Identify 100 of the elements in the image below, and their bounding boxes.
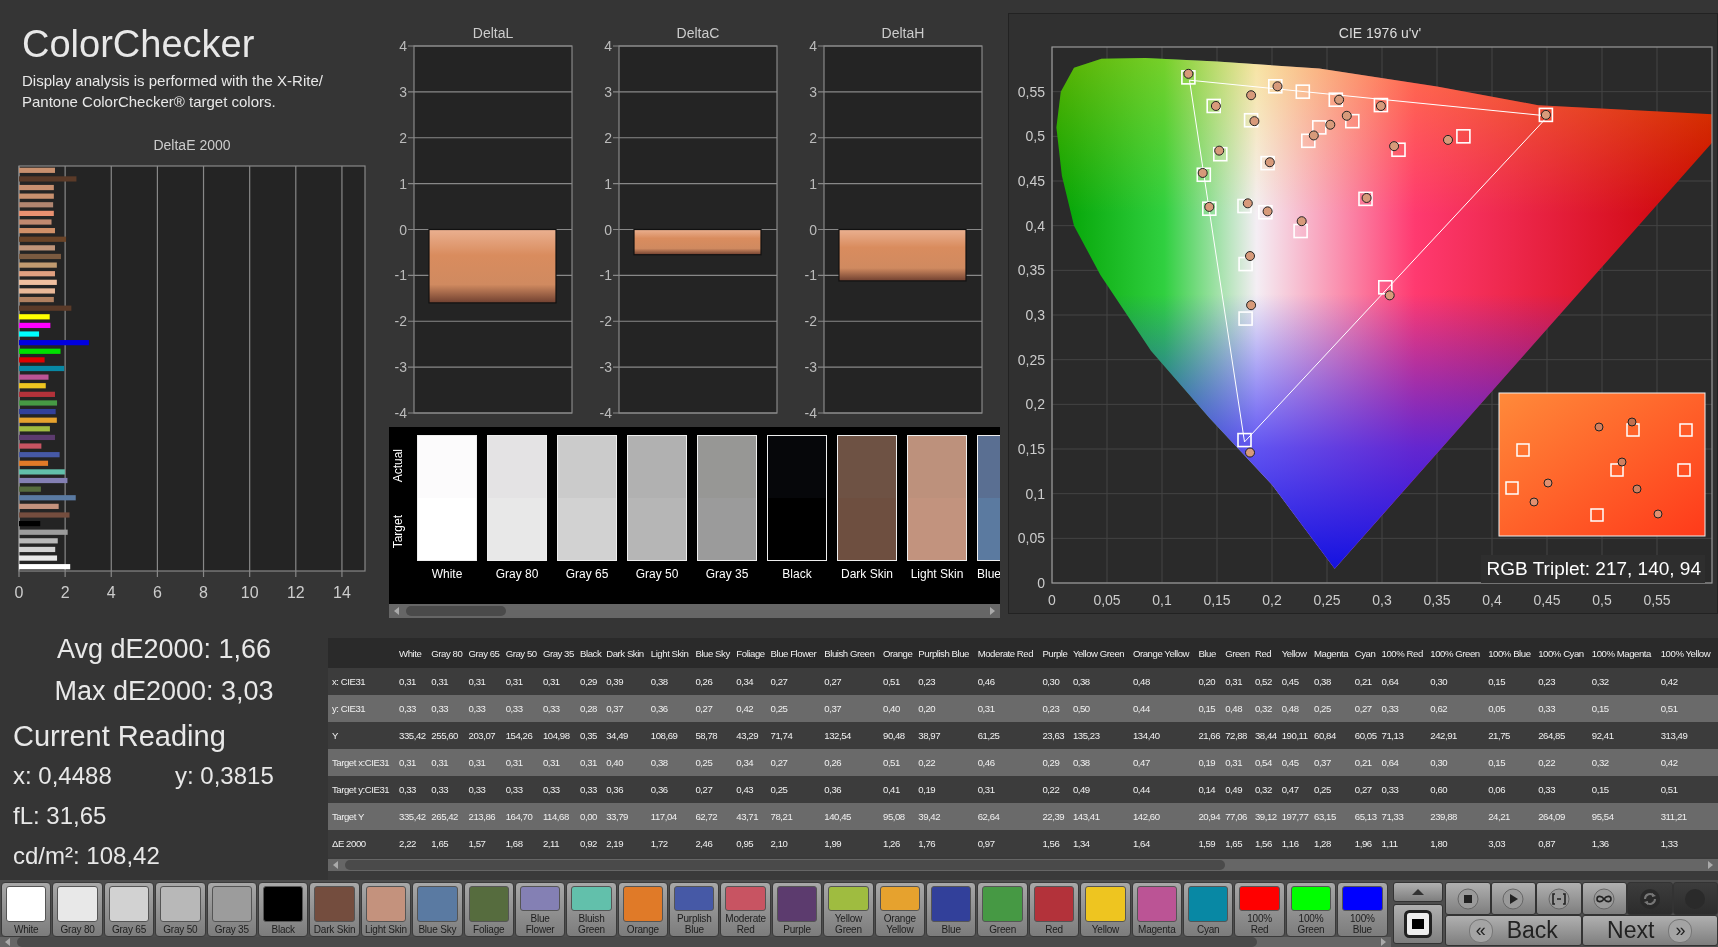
chart-title: CIE 1976 u'v' bbox=[1338, 25, 1422, 41]
table-cell: 0,51 bbox=[1659, 695, 1718, 722]
left-arrow-icon[interactable] bbox=[392, 605, 402, 617]
patch-button[interactable]: Foliage bbox=[463, 882, 514, 937]
patch-button[interactable]: Green bbox=[977, 882, 1028, 937]
table-cell: 0,38 bbox=[1071, 749, 1132, 776]
table-cell: 242,91 bbox=[1429, 722, 1488, 749]
patch-button[interactable]: Blue Flower bbox=[514, 882, 566, 937]
chart-title: DeltaE 2000 bbox=[152, 136, 232, 154]
table-cell: 0,30 bbox=[1429, 749, 1488, 776]
column-header: Blue Sky bbox=[694, 638, 736, 668]
table-cell: 33,79 bbox=[605, 803, 650, 830]
toolbar-button[interactable] bbox=[1445, 882, 1491, 915]
patch-button[interactable]: White bbox=[1, 882, 52, 937]
toolbar-button[interactable] bbox=[1581, 882, 1627, 915]
patch-button[interactable]: Dark Skin bbox=[309, 882, 360, 937]
right-arrow-icon[interactable] bbox=[1378, 937, 1388, 947]
table-cell: 0,33 bbox=[430, 695, 468, 722]
back-button[interactable]: « Back bbox=[1445, 915, 1582, 946]
left-arrow-icon[interactable] bbox=[331, 859, 341, 871]
scroll-up-button[interactable] bbox=[1393, 882, 1443, 902]
table-cell: 0,20 bbox=[1197, 668, 1225, 695]
patch-button[interactable]: Gray 50 bbox=[155, 882, 206, 937]
stop-button[interactable] bbox=[1393, 904, 1443, 944]
scrollbar-thumb[interactable] bbox=[406, 606, 506, 616]
table-cell: 0,31 bbox=[398, 749, 431, 776]
patch-button[interactable]: Cyan bbox=[1183, 882, 1234, 937]
swatch-label: Gray 65 bbox=[564, 567, 610, 581]
next-button[interactable]: Next » bbox=[1581, 915, 1718, 946]
target-marker bbox=[1206, 98, 1221, 114]
table-cell: 0,49 bbox=[1071, 776, 1132, 803]
patch-button[interactable]: Moderate Red bbox=[720, 882, 771, 937]
axis-tick-label: -4 bbox=[804, 405, 817, 420]
patch-button[interactable]: Purple bbox=[771, 882, 823, 937]
patch-button[interactable]: Bluish Green bbox=[566, 882, 617, 937]
patch-button[interactable]: Purplish Blue bbox=[669, 882, 720, 937]
axis-tick-label: 0,55 bbox=[1643, 592, 1671, 608]
table-cell: 0,21 bbox=[1353, 668, 1381, 695]
target-marker bbox=[1293, 223, 1308, 239]
table-cell: 0,64 bbox=[1380, 749, 1430, 776]
table-cell: 265,42 bbox=[430, 803, 468, 830]
target-marker bbox=[1358, 191, 1373, 207]
patch-button[interactable]: Black bbox=[257, 882, 309, 937]
axis-tick-label: 0 bbox=[809, 221, 817, 238]
axis-tick-label: -1 bbox=[394, 267, 407, 284]
column-header: 100% Blue bbox=[1487, 638, 1538, 668]
table-cell: 164,70 bbox=[504, 803, 542, 830]
table-cell: 0,50 bbox=[1071, 695, 1132, 722]
patch-button[interactable]: Gray 35 bbox=[206, 882, 257, 937]
table-cell: 61,25 bbox=[976, 722, 1042, 749]
refresh-icon bbox=[1638, 887, 1661, 910]
column-header: Yellow bbox=[1280, 638, 1313, 668]
table-cell: 264,85 bbox=[1537, 722, 1591, 749]
horizontal-scrollbar[interactable] bbox=[328, 859, 1718, 871]
axis-tick-label: 2 bbox=[809, 129, 817, 146]
patch-button[interactable]: Magenta bbox=[1131, 882, 1182, 937]
column-header: 100% Yellow bbox=[1659, 638, 1718, 668]
patch-button[interactable]: Yellow bbox=[1080, 882, 1131, 937]
target-marker bbox=[1345, 113, 1360, 129]
target-marker bbox=[1237, 198, 1252, 214]
row-label: Target bbox=[391, 514, 405, 548]
table-cell: 0,38 bbox=[1071, 668, 1132, 695]
table-cell: 0,42 bbox=[1659, 749, 1718, 776]
patch-button[interactable]: Blue bbox=[926, 882, 977, 937]
right-arrow-icon[interactable] bbox=[987, 605, 997, 617]
table-cell: 0,31 bbox=[430, 668, 468, 695]
row-header: Y bbox=[328, 722, 399, 749]
table-cell: 0,33 bbox=[398, 776, 431, 803]
patch-button[interactable]: Gray 80 bbox=[52, 882, 103, 937]
table-cell: 0,35 bbox=[579, 722, 606, 749]
toolbar-button[interactable] bbox=[1536, 882, 1582, 915]
right-arrow-icon[interactable] bbox=[1705, 859, 1715, 871]
table-cell: 0,05 bbox=[1487, 695, 1538, 722]
scrollbar-thumb[interactable] bbox=[345, 860, 1225, 870]
table-cell: 0,33 bbox=[541, 776, 580, 803]
toolbar-button[interactable] bbox=[1490, 882, 1536, 915]
patch-button[interactable]: Red bbox=[1028, 882, 1080, 937]
patch-button[interactable]: Orange Yellow bbox=[874, 882, 926, 937]
target-marker bbox=[1258, 204, 1273, 220]
table-cell: 0,25 bbox=[694, 749, 736, 776]
patch-button[interactable]: Light Skin bbox=[360, 882, 412, 937]
column-header: Magenta bbox=[1313, 638, 1354, 668]
horizontal-scrollbar[interactable] bbox=[389, 604, 1000, 618]
patch-button[interactable]: Gray 65 bbox=[103, 882, 155, 937]
patch-button[interactable]: Orange bbox=[617, 882, 669, 937]
table-cell: 0,21 bbox=[1353, 749, 1381, 776]
table-cell: 140,45 bbox=[823, 803, 882, 830]
patch-button[interactable]: 100% Red bbox=[1234, 882, 1285, 937]
left-arrow-icon[interactable] bbox=[3, 937, 13, 947]
patch-button[interactable]: Blue Sky bbox=[412, 882, 463, 937]
patch-button[interactable]: Yellow Green bbox=[823, 882, 874, 937]
table-cell: 71,33 bbox=[1380, 803, 1430, 830]
table-cell: 0,34 bbox=[735, 668, 770, 695]
patch-button[interactable]: 100% Blue bbox=[1337, 882, 1388, 937]
table-cell: 0,52 bbox=[1253, 668, 1281, 695]
table-cell: 335,42 bbox=[398, 722, 431, 749]
table-cell: 0,31 bbox=[541, 668, 580, 695]
table-cell: 0,60 bbox=[1429, 776, 1488, 803]
table-cell: 114,68 bbox=[541, 803, 580, 830]
patch-button[interactable]: 100% Green bbox=[1285, 882, 1337, 937]
